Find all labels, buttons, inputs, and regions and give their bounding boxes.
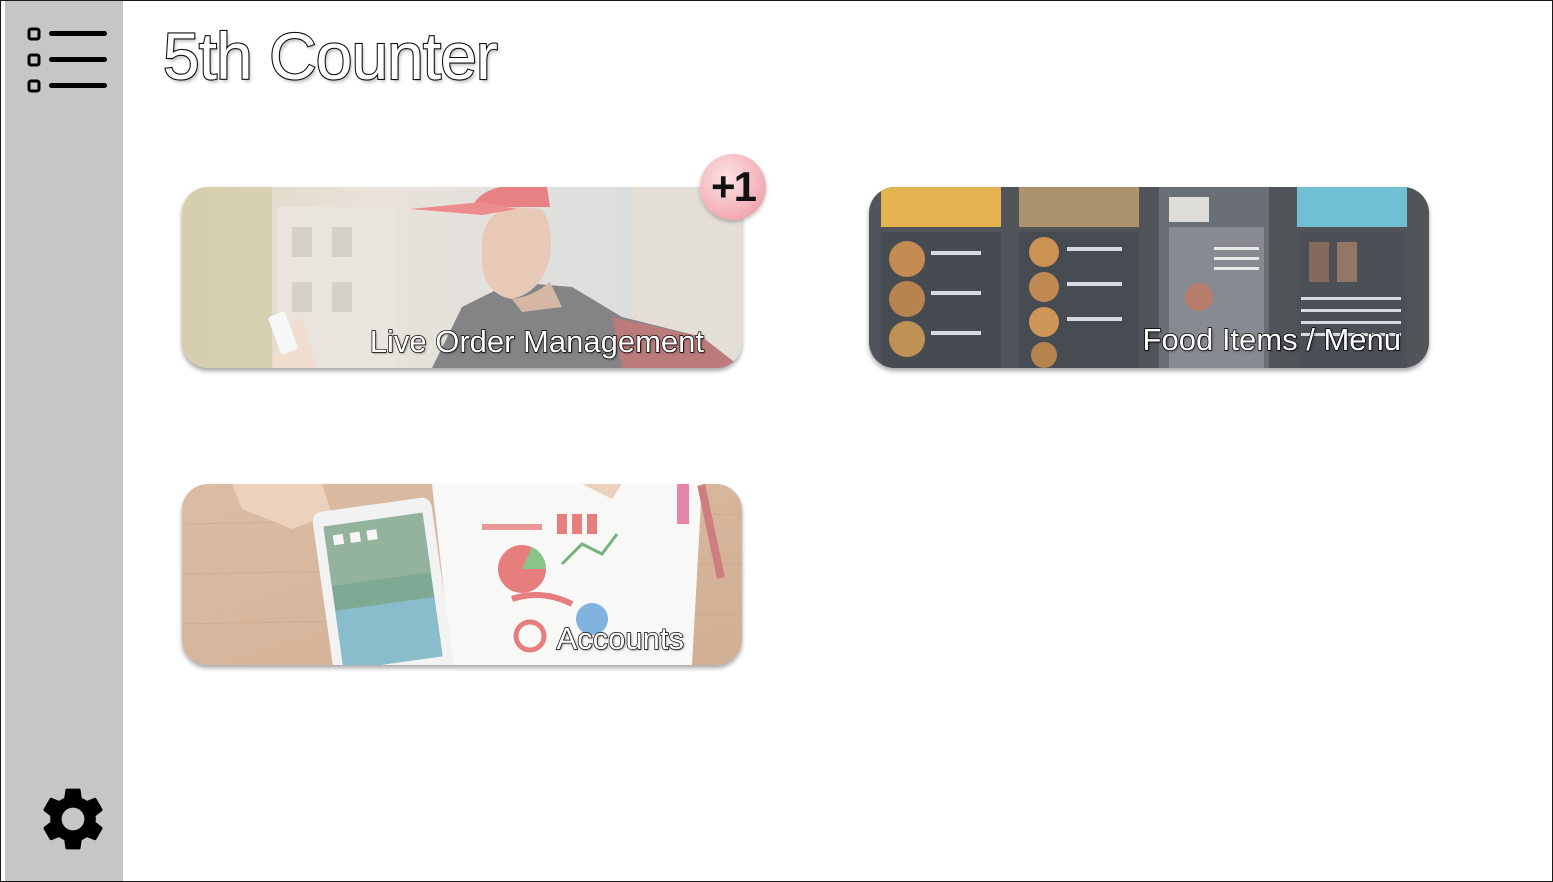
app-window: 5th Counter Live Order Management +1 Foo… <box>0 0 1553 882</box>
settings-button[interactable] <box>35 781 111 857</box>
sidebar <box>5 1 123 881</box>
card-live-order-management[interactable]: Live Order Management <box>182 187 742 368</box>
page-title: 5th Counter <box>162 19 499 93</box>
card-label: Live Order Management <box>369 323 705 359</box>
menu-button[interactable] <box>27 25 109 95</box>
card-label: Food Items / Menu <box>1142 321 1402 357</box>
notification-badge: +1 <box>700 154 766 220</box>
gear-icon <box>43 788 103 850</box>
card-food-items-menu[interactable]: Food Items / Menu <box>869 187 1429 368</box>
card-label: Accounts <box>556 620 685 656</box>
list-icon <box>27 27 107 93</box>
card-accounts[interactable]: Accounts <box>182 484 742 665</box>
